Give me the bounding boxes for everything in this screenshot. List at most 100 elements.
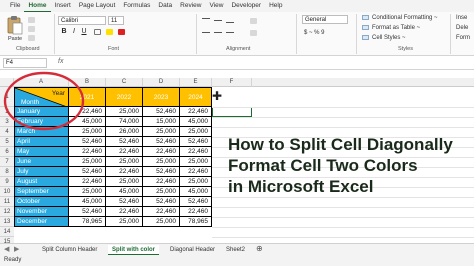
month-cell[interactable]: June — [14, 157, 69, 167]
value-cell[interactable]: 25,000 — [143, 187, 180, 197]
tab-file[interactable]: File — [6, 0, 24, 12]
next-sheet-icon[interactable]: ▶ — [14, 245, 19, 253]
month-cell[interactable]: May — [14, 147, 69, 157]
value-cell[interactable]: 22,460 — [143, 147, 180, 157]
align-bottom-icon[interactable] — [226, 22, 234, 23]
year-header-cell[interactable]: 2023 — [143, 87, 180, 107]
number-format-select[interactable]: General — [302, 15, 348, 24]
month-cell[interactable]: November — [14, 207, 69, 217]
sheet-tab-sheet2[interactable]: Sheet2 — [222, 245, 249, 255]
borders-icon[interactable] — [94, 29, 101, 35]
value-cell[interactable]: 52,460 — [106, 197, 143, 207]
value-cell[interactable]: 52,460 — [180, 197, 212, 207]
active-cell-selection[interactable] — [212, 107, 252, 117]
merge-center-icon[interactable] — [250, 30, 257, 36]
tab-page-layout[interactable]: Page Layout — [75, 0, 120, 12]
value-cell[interactable]: 22,460 — [69, 177, 106, 187]
value-cell[interactable]: 25,000 — [143, 127, 180, 137]
value-cell[interactable]: 26,000 — [106, 127, 143, 137]
name-box[interactable]: F4 — [3, 58, 47, 68]
month-cell[interactable]: September — [14, 187, 69, 197]
conditional-formatting-button[interactable]: Conditional Formatting ~ — [362, 15, 438, 21]
function-icon[interactable]: fx — [58, 58, 63, 65]
format-cells-button[interactable]: Form — [456, 35, 470, 41]
row-header[interactable]: 8 — [0, 167, 14, 177]
month-cell[interactable]: October — [14, 197, 69, 207]
tab-view[interactable]: View — [205, 0, 227, 12]
column-header-f[interactable]: F — [212, 78, 252, 87]
delete-cells-button[interactable]: Dele — [456, 25, 468, 31]
value-cell[interactable]: 25,000 — [69, 187, 106, 197]
value-cell[interactable]: 45,000 — [106, 187, 143, 197]
tab-home[interactable]: Home — [24, 0, 51, 12]
value-cell[interactable]: 15,000 — [143, 117, 180, 127]
tab-developer[interactable]: Developer — [227, 0, 265, 12]
value-cell[interactable]: 25,000 — [180, 177, 212, 187]
value-cell[interactable]: 52,460 — [180, 137, 212, 147]
year-header-cell[interactable]: 2024 — [180, 87, 212, 107]
tab-help[interactable]: Help — [265, 0, 286, 12]
value-cell[interactable]: 25,000 — [106, 177, 143, 187]
font-name-select[interactable]: Calibri — [58, 16, 106, 25]
fill-color-icon[interactable] — [106, 29, 113, 35]
column-header-e[interactable]: E — [180, 78, 212, 87]
value-cell[interactable]: 25,000 — [180, 127, 212, 137]
format-as-table-button[interactable]: Format as Table ~ — [362, 25, 420, 31]
value-cell[interactable]: 22,460 — [106, 207, 143, 217]
month-cell[interactable]: July — [14, 167, 69, 177]
sheet-tab-split-with-color[interactable]: Split with color — [108, 245, 159, 255]
row-header[interactable]: 12 — [0, 207, 14, 217]
value-cell[interactable]: 25,000 — [106, 217, 143, 227]
row-header[interactable]: 9 — [0, 177, 14, 187]
bold-button[interactable]: B — [60, 28, 68, 36]
value-cell[interactable]: 74,000 — [106, 117, 143, 127]
sheet-tab-diagonal-header[interactable]: Diagonal Header — [166, 245, 219, 255]
column-header-c[interactable]: C — [106, 78, 143, 87]
font-size-select[interactable]: 11 — [108, 16, 124, 25]
value-cell[interactable]: 78,965 — [69, 217, 106, 227]
align-top-icon[interactable] — [202, 18, 210, 19]
value-cell[interactable]: 25,000 — [106, 157, 143, 167]
value-cell[interactable]: 52,460 — [143, 137, 180, 147]
row-header[interactable]: 7 — [0, 157, 14, 167]
value-cell[interactable]: 22,460 — [106, 167, 143, 177]
prev-sheet-icon[interactable]: ◀ — [4, 245, 9, 253]
italic-button[interactable]: I — [70, 28, 78, 36]
format-painter-icon[interactable] — [28, 35, 35, 41]
tab-data[interactable]: Data — [154, 0, 176, 12]
align-left-icon[interactable] — [202, 32, 210, 33]
insert-cells-button[interactable]: Inse — [456, 15, 467, 21]
copy-icon[interactable] — [28, 26, 35, 32]
value-cell[interactable]: 22,460 — [180, 207, 212, 217]
value-cell[interactable]: 25,000 — [143, 157, 180, 167]
value-cell[interactable]: 22,460 — [180, 107, 212, 117]
row-header[interactable]: 14 — [0, 227, 14, 237]
value-cell[interactable]: 52,460 — [69, 207, 106, 217]
value-cell[interactable]: 52,460 — [106, 137, 143, 147]
value-cell[interactable]: 78,965 — [180, 217, 212, 227]
font-color-icon[interactable] — [118, 29, 125, 35]
value-cell[interactable]: 45,000 — [180, 187, 212, 197]
number-symbols[interactable]: $ ~ % 9 — [304, 30, 325, 36]
tab-review[interactable]: Review — [176, 0, 205, 12]
value-cell[interactable]: 22,460 — [143, 207, 180, 217]
tab-insert[interactable]: Insert — [51, 0, 75, 12]
add-sheet-icon[interactable]: ⊕ — [256, 244, 263, 253]
value-cell[interactable]: 22,460 — [143, 177, 180, 187]
underline-button[interactable]: U — [80, 28, 88, 36]
value-cell[interactable]: 52,460 — [143, 107, 180, 117]
value-cell[interactable]: 52,460 — [143, 167, 180, 177]
value-cell[interactable]: 25,000 — [69, 157, 106, 167]
month-cell[interactable]: December — [14, 217, 69, 227]
row-header[interactable]: 6 — [0, 147, 14, 157]
column-header-d[interactable]: D — [143, 78, 180, 87]
row-header[interactable]: 5 — [0, 137, 14, 147]
value-cell[interactable]: 52,460 — [69, 167, 106, 177]
wrap-text-icon[interactable] — [250, 18, 257, 24]
align-right-icon[interactable] — [226, 32, 234, 33]
value-cell[interactable]: 52,460 — [143, 197, 180, 207]
value-cell[interactable]: 22,460 — [180, 167, 212, 177]
month-cell[interactable]: August — [14, 177, 69, 187]
value-cell[interactable]: 22,460 — [69, 147, 106, 157]
sheet-tab-split-column-header[interactable]: Split Column Header — [38, 245, 101, 255]
